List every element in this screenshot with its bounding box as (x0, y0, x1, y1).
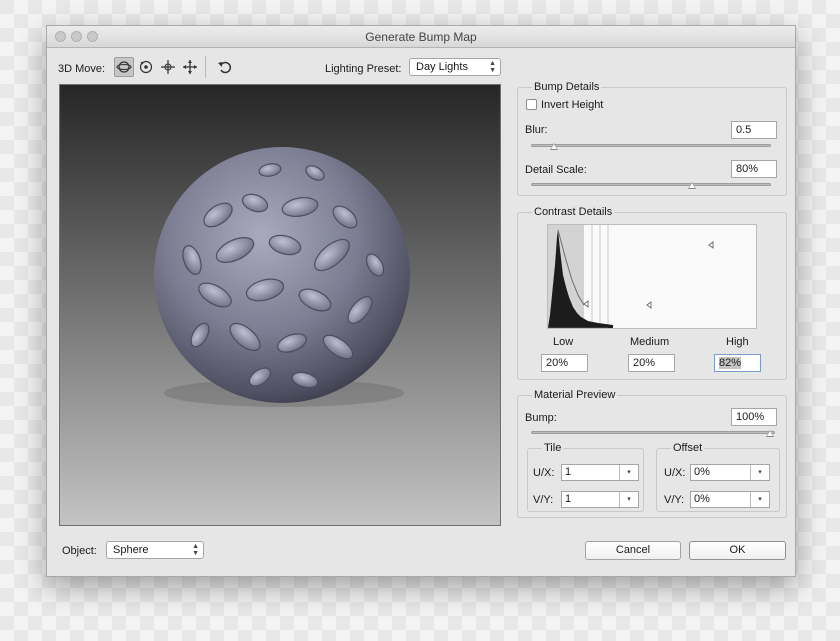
tile-vy-stepper[interactable]: 1 ▾ (561, 491, 639, 508)
select-arrows-icon: ▲ ▼ (489, 60, 496, 74)
tile-vy-stepper-arrows-icon[interactable]: ▾ (619, 492, 638, 507)
offset-title: Offset (671, 442, 705, 454)
pan-icon (161, 60, 175, 74)
cancel-button[interactable]: Cancel (585, 541, 681, 560)
select-arrows-icon: ▲ ▼ (192, 543, 199, 557)
lighting-preset-select[interactable]: Day Lights ▲ ▼ (409, 58, 501, 76)
blur-input[interactable]: 0.5 (731, 121, 777, 139)
tile-title: Tile (542, 442, 564, 454)
offset-vy-stepper-arrows-icon[interactable]: ▾ (750, 492, 769, 507)
bump-slider-thumb[interactable] (766, 430, 774, 437)
detail-scale-slider-track[interactable] (531, 183, 771, 186)
low-contrast-input[interactable]: 20% (541, 354, 588, 372)
medium-contrast-handle[interactable] (646, 301, 652, 309)
contrast-details-title: Contrast Details (532, 206, 615, 218)
bump-label: Bump: (525, 412, 557, 424)
object-value: Sphere (113, 544, 149, 556)
tile-ux-stepper-arrows-icon[interactable]: ▾ (619, 465, 638, 480)
high-contrast-input[interactable]: 82% (714, 354, 761, 372)
lighting-preset-value: Day Lights (416, 61, 468, 73)
object-select[interactable]: Sphere ▲ ▼ (106, 541, 204, 559)
bump-input[interactable]: 100% (731, 408, 777, 426)
medium-contrast-input[interactable]: 20% (628, 354, 675, 372)
reset-view-button[interactable] (215, 57, 235, 77)
ok-button[interactable]: OK (689, 541, 786, 560)
title-bar: Generate Bump Map (47, 26, 795, 48)
tile-vy-label: V/Y: (533, 494, 554, 506)
offset-ux-label: U/X: (664, 467, 686, 479)
reset-view-icon (218, 61, 232, 74)
offset-vy-label: V/Y: (664, 494, 685, 506)
invert-height-label: Invert Height (541, 99, 604, 111)
material-preview-group: Material Preview Bump: 100% Tile U/X: 1 … (517, 389, 787, 518)
offset-ux-value: 0% (694, 466, 710, 478)
tile-vy-value: 1 (565, 493, 572, 505)
bump-details-title: Bump Details (532, 81, 602, 93)
high-contrast-handle[interactable] (708, 241, 714, 249)
offset-ux-stepper[interactable]: 0% ▾ (690, 464, 770, 481)
bump-details-group: Bump Details Invert Height Blur: 0.5 Det… (517, 81, 787, 196)
3d-move-label: 3D Move: (58, 63, 106, 75)
histogram-chart (548, 225, 714, 328)
object-label: Object: (62, 545, 97, 557)
contrast-details-group: Contrast Details Low Medium High 20% 20%… (517, 206, 787, 380)
pan-button[interactable] (158, 57, 178, 77)
slide-button[interactable] (180, 57, 200, 77)
bump-sphere-preview (154, 147, 410, 407)
detail-scale-slider-thumb[interactable] (688, 182, 696, 189)
contrast-histogram[interactable] (547, 224, 757, 329)
offset-ux-stepper-arrows-icon[interactable]: ▾ (750, 465, 769, 480)
detail-scale-input[interactable]: 80% (731, 160, 777, 178)
medium-label: Medium (630, 336, 670, 348)
offset-vy-stepper[interactable]: 0% ▾ (690, 491, 770, 508)
tile-group: Tile U/X: 1 ▾ V/Y: 1 ▾ (527, 442, 644, 512)
rotate-light-icon (116, 61, 132, 73)
tile-ux-value: 1 (565, 466, 572, 478)
lighting-preset-label: Lighting Preset: (325, 63, 402, 75)
material-preview-title: Material Preview (532, 389, 618, 401)
low-label: Low (553, 336, 574, 348)
generate-bump-map-dialog: Generate Bump Map 3D Move: Lighting Pres… (46, 25, 796, 577)
rotate-light-button[interactable] (114, 57, 134, 77)
blur-slider-thumb[interactable] (550, 143, 558, 150)
3d-preview-viewport[interactable] (59, 84, 501, 526)
offset-group: Offset U/X: 0% ▾ V/Y: 0% ▾ (656, 442, 780, 512)
bump-slider-track[interactable] (531, 431, 775, 434)
blur-slider-track[interactable] (531, 144, 771, 147)
invert-height-checkbox[interactable] (526, 99, 537, 110)
tile-ux-stepper[interactable]: 1 ▾ (561, 464, 639, 481)
window-title: Generate Bump Map (365, 30, 477, 44)
offset-vy-value: 0% (694, 493, 710, 505)
detail-scale-label: Detail Scale: (525, 164, 587, 176)
low-contrast-handle[interactable] (583, 300, 589, 308)
high-label: High (726, 336, 749, 348)
tile-ux-label: U/X: (533, 467, 555, 479)
roll-icon (139, 60, 153, 74)
slide-icon (183, 60, 197, 74)
roll-button[interactable] (136, 57, 156, 77)
toolbar-divider (205, 56, 206, 78)
high-contrast-value: 82% (719, 357, 742, 369)
blur-label: Blur: (525, 124, 548, 136)
